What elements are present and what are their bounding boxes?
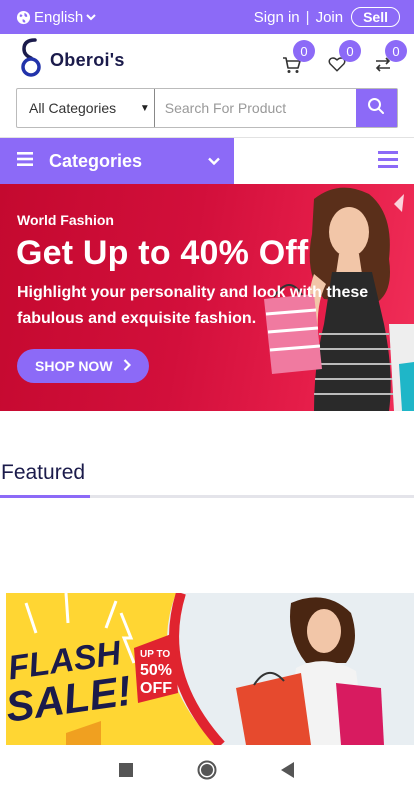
category-dropdown[interactable]: All Categories ▼: [17, 89, 155, 127]
sign-in-link[interactable]: Sign in: [254, 9, 300, 26]
language-label: English: [34, 8, 84, 26]
brand-logo[interactable]: Oberoi's: [18, 37, 125, 84]
featured-tab-indicator: [0, 495, 90, 498]
top-bar: English Sign in | Join Sell: [0, 0, 414, 34]
featured-tab-underline: [0, 495, 414, 498]
dropdown-arrow-icon: ▼: [139, 102, 150, 114]
categories-toggle[interactable]: Categories: [0, 138, 234, 184]
search-input[interactable]: [154, 89, 356, 127]
search-button[interactable]: [355, 89, 397, 127]
main-menu-button[interactable]: [378, 151, 398, 173]
auth-separator: |: [305, 8, 310, 26]
shop-now-label: SHOP NOW: [35, 358, 113, 374]
cart-button[interactable]: 0: [282, 40, 315, 75]
hero-headline: Get Up to 40% Off: [16, 234, 309, 272]
header: Oberoi's 0 0 0: [0, 34, 414, 86]
menu-icon: [378, 151, 398, 172]
hero-banner[interactable]: World Fashion Get Up to 40% Off Highligh…: [0, 184, 414, 411]
globe-icon: [16, 10, 31, 25]
category-dropdown-value: All Categories: [29, 100, 117, 116]
join-link[interactable]: Join: [316, 9, 344, 26]
menu-icon: [17, 151, 33, 171]
brand-name: Oberoi's: [50, 49, 125, 70]
wishlist-count-badge: 0: [339, 40, 361, 62]
auth-links: Sign in | Join Sell: [254, 7, 400, 27]
home-nav-icon[interactable]: [197, 760, 217, 785]
flash-sale-banner[interactable]: FLASH SALE! UP TO 50% OFF: [6, 593, 414, 745]
language-selector[interactable]: English: [16, 9, 96, 26]
logo-mark-icon: [18, 37, 44, 84]
categories-label: Categories: [49, 150, 143, 171]
cart-count-badge: 0: [293, 40, 315, 62]
app-screen: English Sign in | Join Sell Oberoi's 0 0…: [0, 0, 414, 800]
compare-button[interactable]: 0: [374, 40, 407, 75]
hero-kicker: World Fashion: [17, 212, 114, 228]
chevron-right-icon: [123, 358, 131, 374]
flash-sale-artwork: FLASH SALE! UP TO 50% OFF: [6, 593, 414, 745]
shop-now-button[interactable]: SHOP NOW: [17, 349, 149, 383]
compare-count-badge: 0: [385, 40, 407, 62]
chevron-down-icon: [86, 13, 96, 21]
featured-section: Featured: [0, 461, 414, 498]
flash-tag-value: 50%: [140, 662, 172, 679]
system-nav-bar: [0, 745, 414, 800]
search-bar: All Categories ▼: [16, 88, 398, 128]
back-nav-icon[interactable]: [281, 762, 295, 783]
flash-tag-bottom: OFF: [140, 680, 172, 697]
categories-bar: Categories: [0, 138, 414, 184]
search-icon: [367, 97, 385, 120]
hero-subtext: Highlight your personality and look with…: [17, 284, 369, 327]
featured-title[interactable]: Featured: [0, 461, 414, 495]
chevron-down-icon: [208, 152, 220, 170]
wishlist-button[interactable]: 0: [328, 40, 361, 75]
header-actions: 0 0 0: [282, 40, 407, 75]
sell-button[interactable]: Sell: [351, 7, 400, 27]
flash-tag-top: UP TO: [140, 649, 170, 660]
square-nav-icon[interactable]: [119, 763, 133, 782]
